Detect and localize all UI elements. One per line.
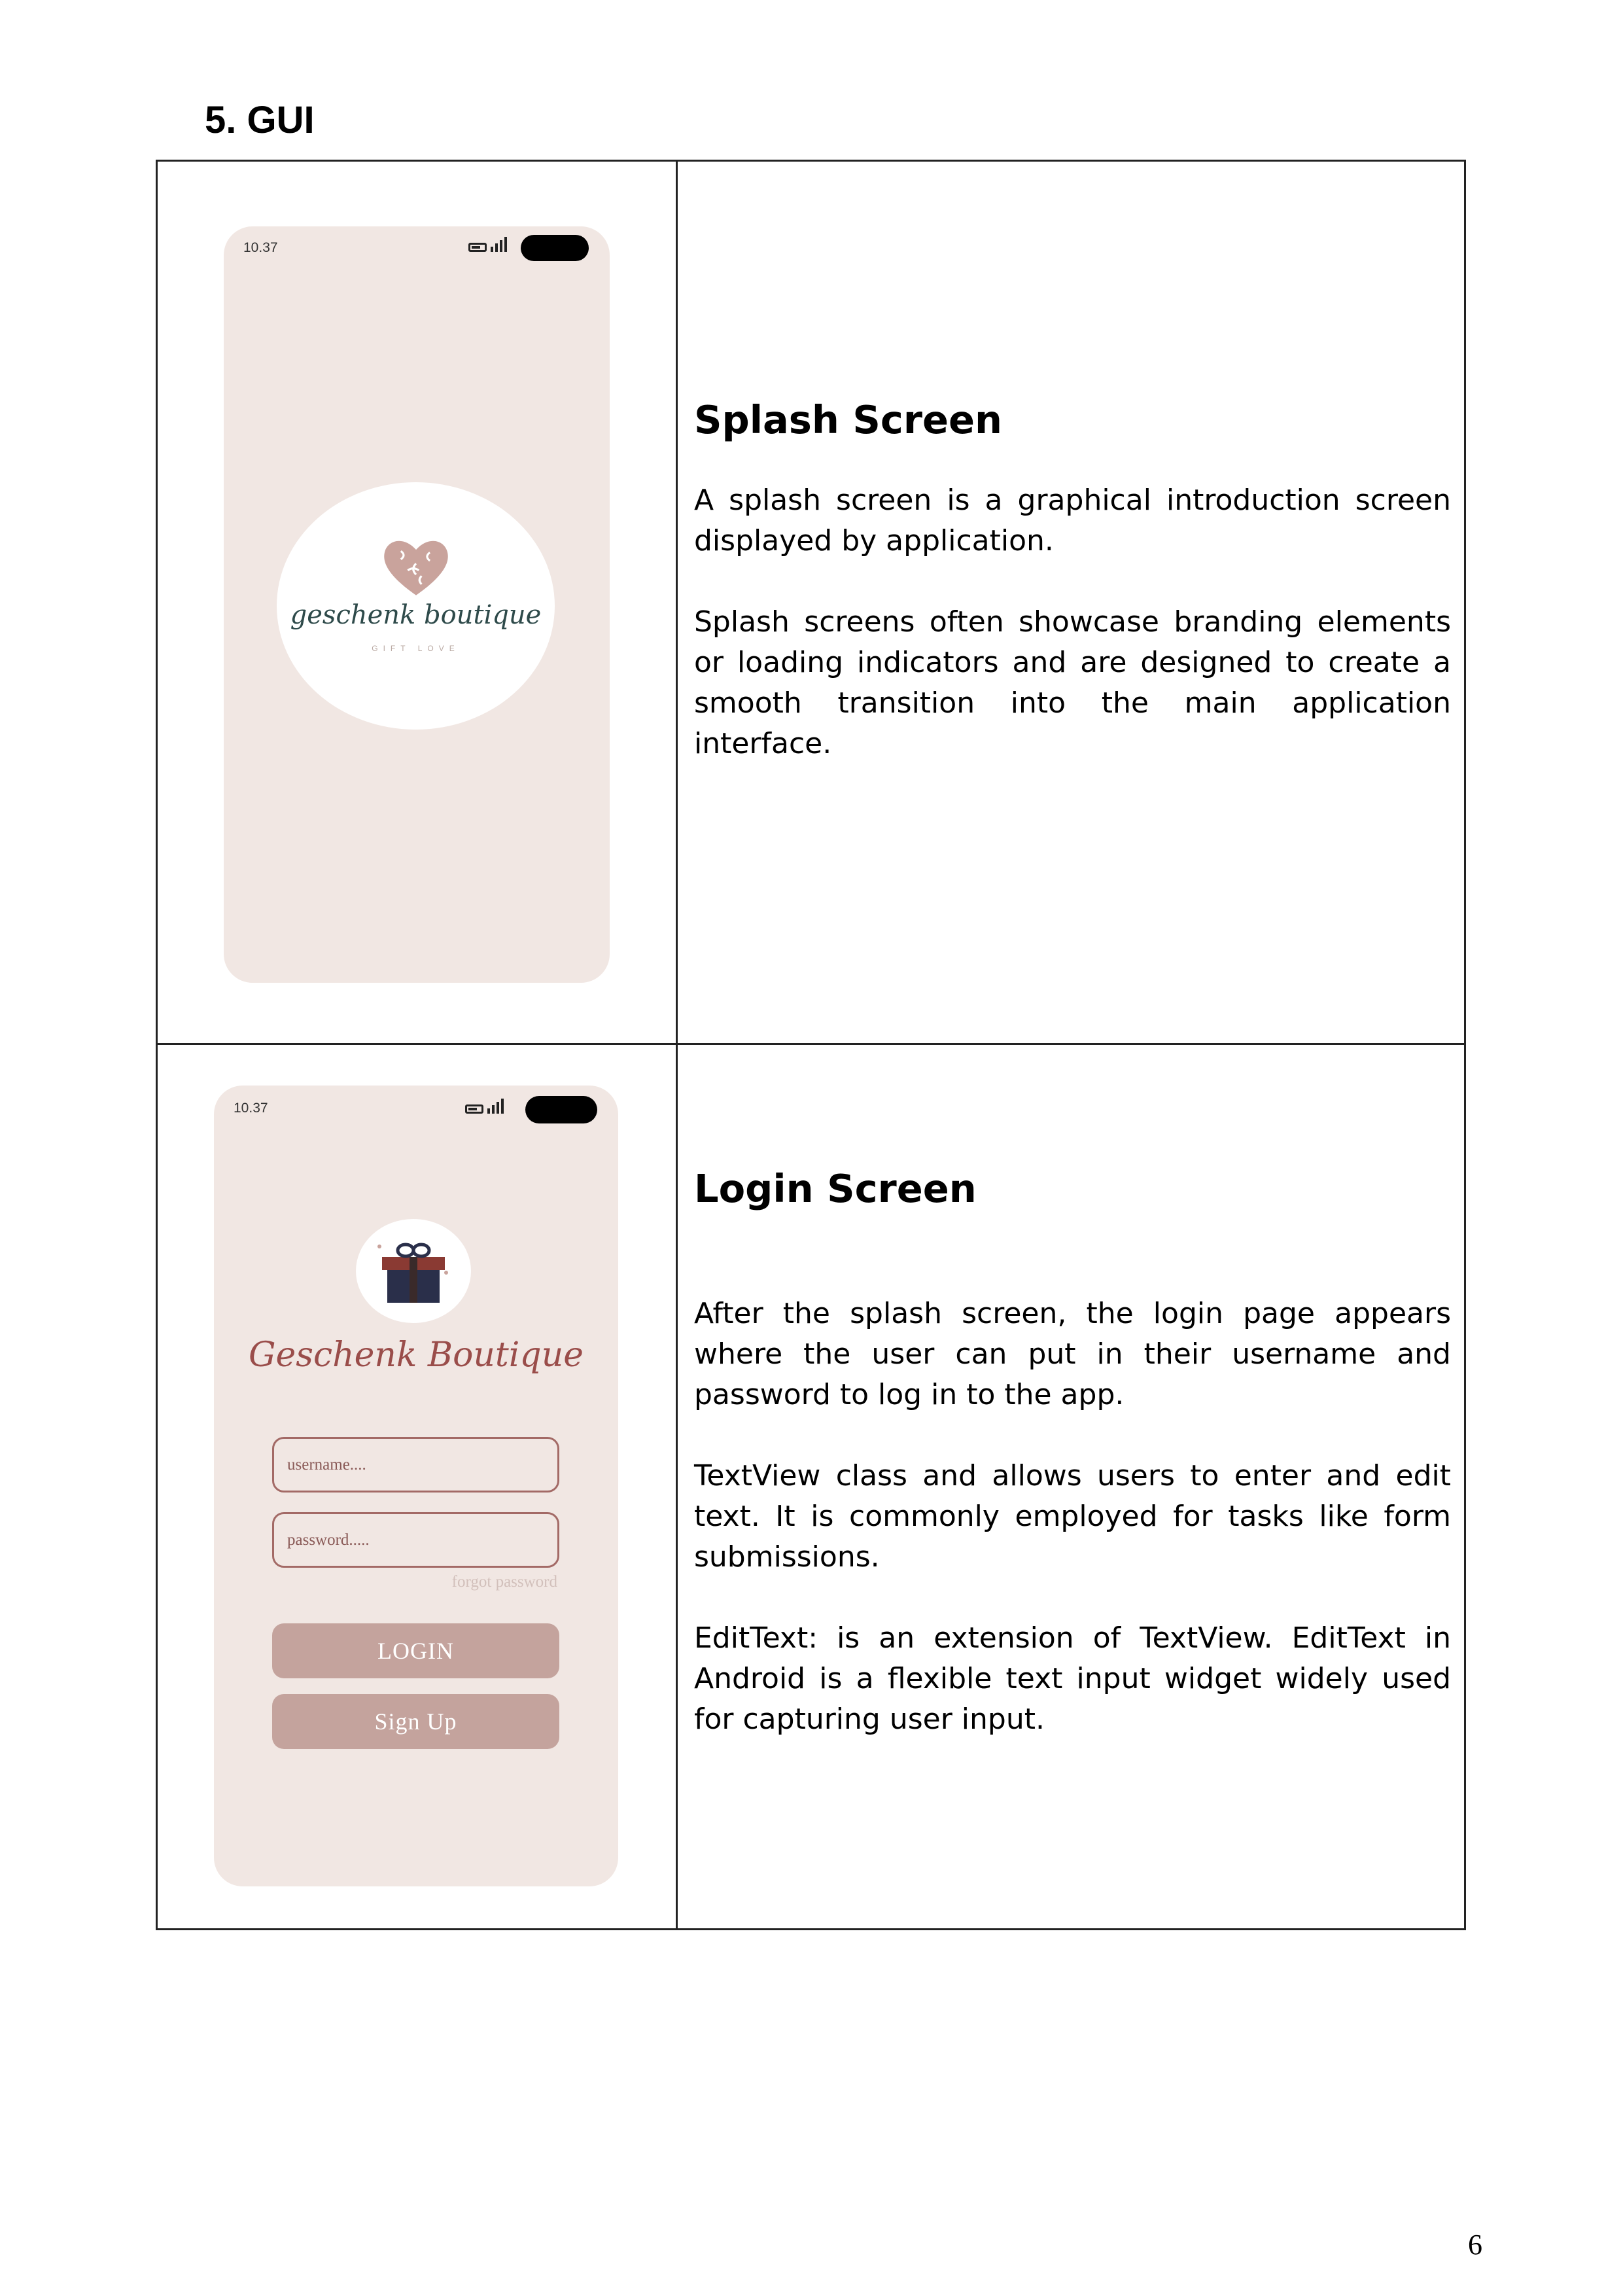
- login-logo-circle: [356, 1219, 471, 1323]
- splash-logo-circle: geschenk boutique GIFT LOVE: [277, 482, 555, 730]
- page-number: 6: [1468, 2229, 1482, 2261]
- table-row-login: 10.37 Geschenk Boutique username.... for…: [158, 1045, 1464, 1928]
- battery-icon: [468, 243, 487, 252]
- signal-icon: [487, 1099, 504, 1114]
- gift-box-logo: [377, 1243, 448, 1303]
- signal-icon: [491, 237, 507, 252]
- login-button[interactable]: LOGIN: [272, 1623, 559, 1678]
- heart-puzzle-logo: [384, 540, 448, 595]
- login-screen-title: Login Screen: [694, 1166, 977, 1211]
- signup-button[interactable]: Sign Up: [272, 1694, 559, 1749]
- status-time: 10.37: [243, 240, 278, 255]
- section-title: 5. GUI: [205, 99, 315, 141]
- splash-brand-tagline: GIFT LOVE: [372, 644, 460, 653]
- splash-screen-title: Splash Screen: [694, 397, 1003, 442]
- camera-pill: [521, 235, 589, 261]
- password-input[interactable]: [272, 1512, 559, 1568]
- login-brand-name: Geschenk Boutique: [248, 1335, 584, 1375]
- battery-icon: [465, 1104, 483, 1114]
- login-paragraph-3: EditText: is an extension of TextView. E…: [694, 1621, 1451, 1736]
- forgot-password-link[interactable]: forgot password: [452, 1573, 557, 1591]
- username-input[interactable]: [272, 1437, 559, 1492]
- status-time: 10.37: [234, 1101, 268, 1116]
- splash-phone-mockup: 10.37 geschenk boutique GIFT LOVE: [224, 226, 610, 983]
- splash-brand-name: geschenk boutique: [290, 600, 542, 630]
- login-paragraph-2: TextView class and allows users to enter…: [694, 1459, 1451, 1574]
- table-row-splash: 10.37 geschenk boutique GIFT LOVE Splash…: [158, 162, 1464, 1045]
- splash-paragraph-2: Splash screens often showcase branding e…: [694, 605, 1451, 760]
- splash-paragraph-1: A splash screen is a graphical introduct…: [694, 484, 1451, 557]
- login-phone-mockup: 10.37 Geschenk Boutique username.... for…: [214, 1086, 618, 1886]
- login-paragraph-1: After the splash screen, the login page …: [694, 1297, 1451, 1411]
- camera-pill: [525, 1096, 597, 1123]
- gui-table: 10.37 geschenk boutique GIFT LOVE Splash…: [156, 160, 1466, 1930]
